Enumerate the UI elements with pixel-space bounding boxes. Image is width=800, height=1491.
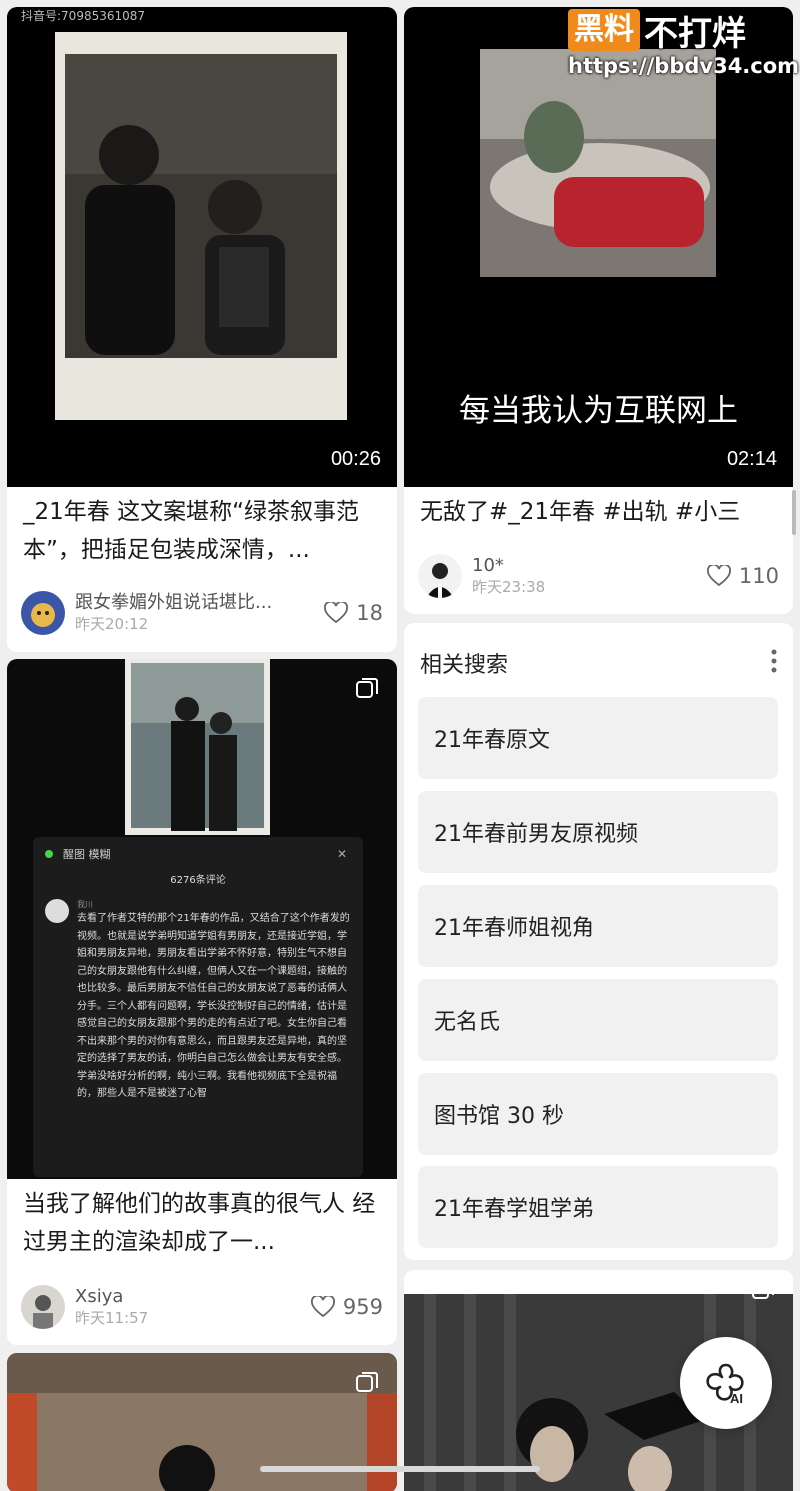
heart-icon <box>706 565 731 587</box>
video-card[interactable]: 抖音号:70985361087 00:26 _21年春 这文案堪称“绿茶叙事范本… <box>7 7 397 652</box>
post-time: 昨天23:38 <box>472 578 546 596</box>
related-searches-title: 相关搜索 <box>420 653 509 678</box>
video-title[interactable]: _21年春 这文案堪称“绿茶叙事范本”，把插足包装成深情，... <box>7 487 397 573</box>
video-title[interactable]: 无敌了#_21年春 #出轨 #小三 <box>404 487 793 533</box>
status-dot <box>45 850 53 858</box>
video-caption: 每当我认为互联网上 <box>459 393 738 429</box>
author-name[interactable]: 跟女拳媚外姐说话堪比... <box>75 592 324 614</box>
related-search-item[interactable]: 无名氏 <box>418 979 778 1061</box>
commenter-name: 我川 <box>77 900 93 909</box>
author-row: 跟女拳媚外姐说话堪比... 昨天20:12 18 <box>21 589 383 637</box>
like-count: 110 <box>738 564 779 588</box>
author-name[interactable]: 10* <box>472 555 707 577</box>
close-icon[interactable]: ✕ <box>337 847 347 861</box>
image-thumbnail[interactable]: 醒图 模糊 ✕ 6276条评论 我川 去看了作者艾特的那个21年春的作品，又结合… <box>7 659 397 1179</box>
author-name[interactable]: Xsiya <box>75 1286 311 1308</box>
author-avatar[interactable] <box>418 554 462 598</box>
video-duration: 02:14 <box>726 448 777 470</box>
ai-assistant-button[interactable]: AI <box>680 1337 772 1429</box>
related-search-item[interactable]: 21年春前男友原视频 <box>418 791 778 873</box>
multi-image-icon <box>356 678 378 698</box>
like-button[interactable]: 110 <box>706 564 779 588</box>
like-count: 959 <box>342 1295 383 1319</box>
image-card[interactable]: 醒图 模糊 ✕ 6276条评论 我川 去看了作者艾特的那个21年春的作品，又结合… <box>7 659 397 1345</box>
post-time: 昨天11:57 <box>75 1309 149 1327</box>
related-search-item[interactable]: 21年春师姐视角 <box>418 885 778 967</box>
heart-icon <box>310 1296 335 1318</box>
image-title[interactable]: 当我了解他们的故事真的很气人 经过男主的渲染却成了一... <box>7 1179 397 1269</box>
author-avatar[interactable] <box>21 1285 65 1329</box>
post-time: 昨天20:12 <box>75 615 149 633</box>
ai-label: AI <box>730 1391 743 1406</box>
scrollbar[interactable] <box>792 490 796 535</box>
commenter-avatar <box>45 899 69 923</box>
feed-page: 抖音号:70985361087 00:26 _21年春 这文案堪称“绿茶叙事范本… <box>0 0 800 1491</box>
author-row: 10* 昨天23:38 110 <box>418 552 779 600</box>
author-avatar[interactable] <box>21 591 65 635</box>
video-card[interactable]: 每当我认为互联网上 02:14 无敌了#_21年春 #出轨 #小三 10* 昨天… <box>404 7 793 614</box>
account-id: 抖音号:70985361087 <box>21 9 146 23</box>
related-search-item[interactable]: 图书馆 30 秒 <box>418 1073 778 1155</box>
video-thumbnail[interactable]: 抖音号:70985361087 00:26 <box>7 7 397 487</box>
comment-panel: 醒图 模糊 ✕ 6276条评论 我川 去看了作者艾特的那个21年春的作品，又结合… <box>33 837 363 1177</box>
like-button[interactable]: 959 <box>310 1295 383 1319</box>
like-button[interactable]: 18 <box>324 601 383 625</box>
related-searches-panel: 相关搜索 21年春原文 21年春前男友原视频 21年春师姐视角 无名氏 图书馆 … <box>404 623 793 1260</box>
more-options-icon[interactable] <box>771 649 777 673</box>
multi-image-icon <box>752 1294 774 1299</box>
video-duration: 00:26 <box>330 448 381 470</box>
related-search-item[interactable]: 21年春原文 <box>418 697 778 779</box>
multi-image-icon <box>356 1372 378 1392</box>
heart-icon <box>324 602 349 624</box>
comment-text: 去看了作者艾特的那个21年春的作品，又结合了这个作者发的视频。也就是说学弟明知道… <box>77 913 350 1099</box>
home-indicator <box>260 1466 540 1472</box>
watermark-url: https://bbdv34.com <box>568 54 800 78</box>
watermark-text: 不打烊 <box>644 13 746 54</box>
watermark-badge: 黑料 <box>568 9 640 51</box>
ai-flower-icon: AI <box>706 1363 744 1406</box>
like-count: 18 <box>356 601 383 625</box>
author-row: Xsiya 昨天11:57 959 <box>21 1283 383 1331</box>
polaroid-photo <box>55 32 347 420</box>
related-search-item[interactable]: 21年春学姐学弟 <box>418 1166 778 1248</box>
panel-tabs: 醒图 模糊 <box>63 848 111 861</box>
site-watermark: 黑料 不打烊 https://bbdv34.com <box>568 8 800 84</box>
comment-count: 6276条评论 <box>170 875 226 886</box>
